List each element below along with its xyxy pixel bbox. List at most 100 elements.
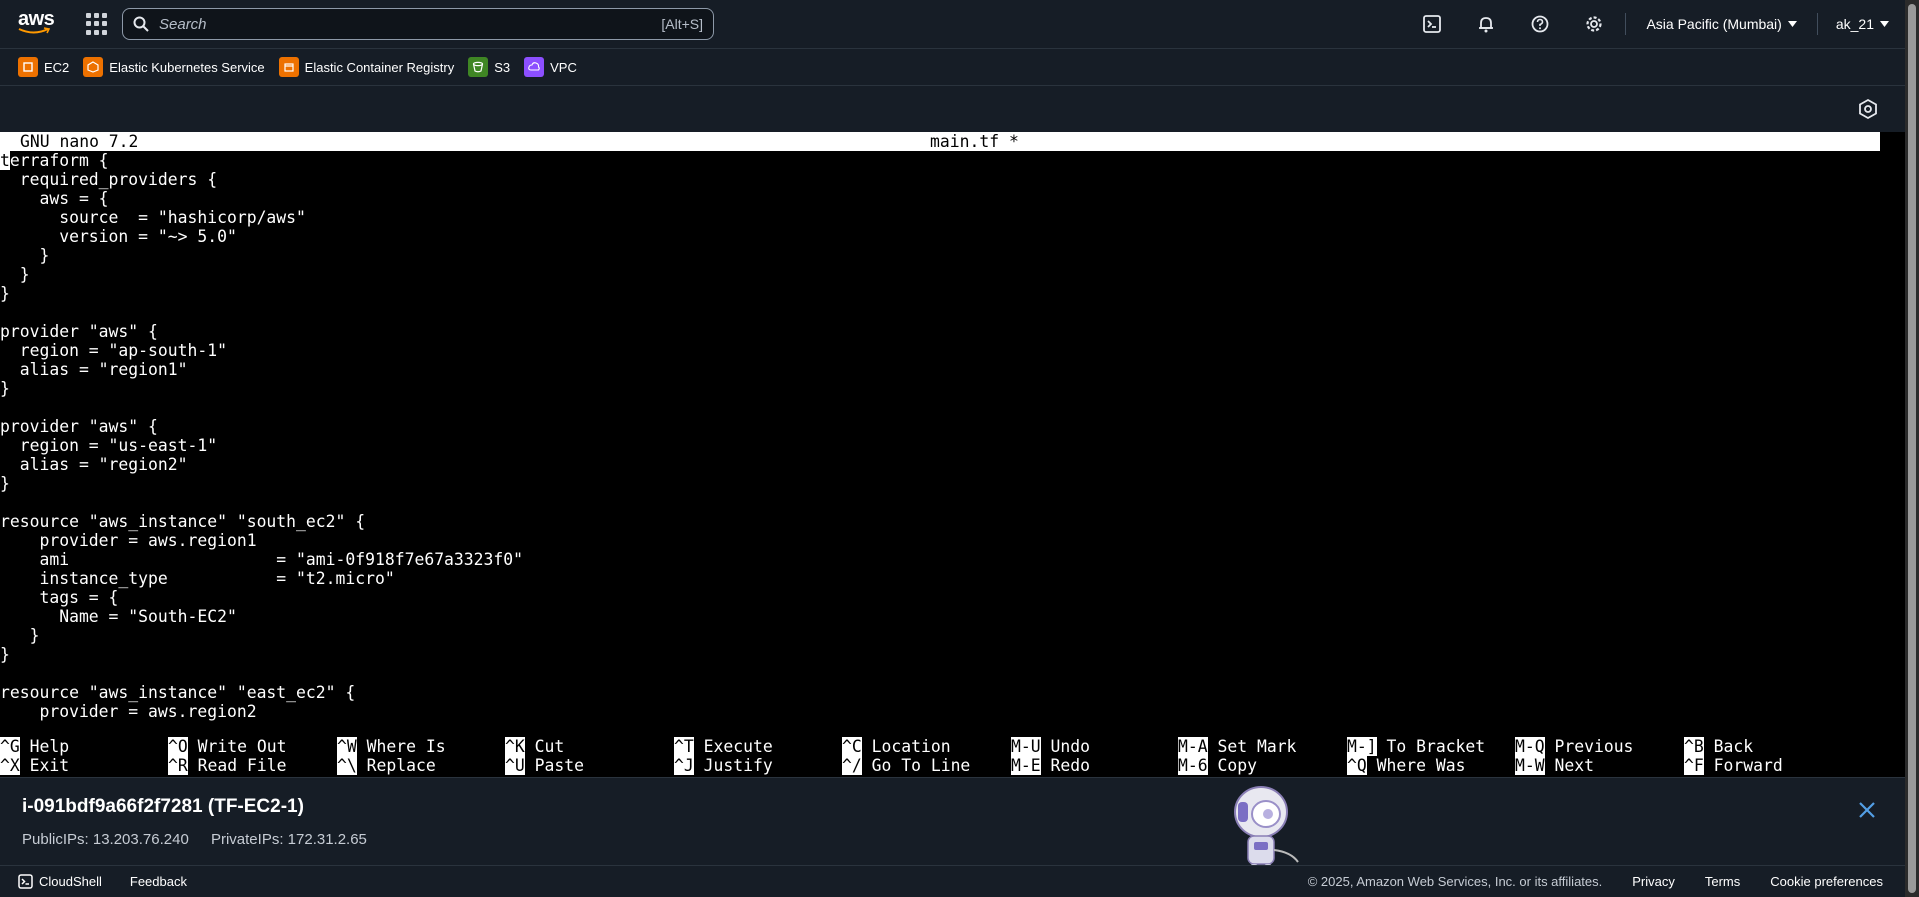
shortcut-label: To Bracket xyxy=(1386,737,1486,756)
shortcut-key: M-U xyxy=(1011,737,1041,756)
code-line: provider "aws" { xyxy=(0,322,158,341)
code-line: Name = "South-EC2" xyxy=(0,607,237,626)
shortcut-key: M-Q xyxy=(1515,737,1545,756)
nano-shortcut: ^F Forward xyxy=(1684,756,1783,775)
nav-divider xyxy=(1816,13,1818,35)
privacy-link[interactable]: Privacy xyxy=(1632,874,1675,889)
favorite-label: EC2 xyxy=(44,59,70,75)
search-icon xyxy=(133,16,149,32)
shortcut-label: Undo xyxy=(1050,737,1090,756)
shortcut-label: Replace xyxy=(366,756,436,775)
nano-shortcut: ^O Write Out xyxy=(168,737,286,756)
code-line: } xyxy=(0,474,10,493)
shortcut-label: Execute xyxy=(703,737,773,756)
cloudshell-label: CloudShell xyxy=(39,874,102,889)
shortcut-key: ^J xyxy=(674,756,694,775)
shortcut-label: Read File xyxy=(197,756,287,775)
favorite-eks[interactable]: Elastic Kubernetes Service xyxy=(83,57,265,77)
nano-shortcut-bar: ^G Help ^O Write Out ^W Where Is ^K Cut ^T E… xyxy=(0,737,1880,775)
nano-shortcut: M-A Set Mark xyxy=(1178,737,1296,756)
cloudshell-footer-button[interactable]: CloudShell xyxy=(18,874,102,889)
instance-title: i-091bdf9a66f2f7281 (TF-EC2-1) xyxy=(22,796,304,817)
instance-info-panel: i-091bdf9a66f2f7281 (TF-EC2-1) PublicIPs… xyxy=(0,777,1905,888)
nano-shortcut: ^T Execute xyxy=(674,737,773,756)
code-line: region = "ap-south-1" xyxy=(0,341,227,360)
nano-shortcut: M-6 Copy xyxy=(1178,756,1257,775)
shortcut-label: Exit xyxy=(29,756,70,775)
account-name: ak_21 xyxy=(1835,16,1874,32)
favorite-ec2[interactable]: EC2 xyxy=(18,57,69,77)
gear-icon[interactable] xyxy=(1567,0,1621,49)
cloudshell-icon[interactable] xyxy=(1405,0,1459,49)
bell-icon[interactable] xyxy=(1459,0,1513,49)
shortcut-key: M-A xyxy=(1178,737,1208,756)
ecr-icon xyxy=(278,57,299,77)
nano-shortcut: ^Q Where Was xyxy=(1347,756,1465,775)
s3-icon xyxy=(468,57,489,77)
settings-hex-icon[interactable] xyxy=(1857,98,1879,120)
code-line: alias = "region1" xyxy=(0,360,188,379)
copyright-text: © 2025, Amazon Web Services, Inc. or its… xyxy=(1307,874,1603,889)
favorite-s3[interactable]: S3 xyxy=(468,57,510,77)
close-icon[interactable] xyxy=(1857,800,1877,820)
caret-down-icon xyxy=(1880,21,1889,27)
terms-link[interactable]: Terms xyxy=(1705,874,1740,889)
private-ips: PrivateIPs: 172.31.2.65 xyxy=(210,831,367,848)
shortcut-label: Forward xyxy=(1713,756,1783,775)
shortcut-label: Next xyxy=(1554,756,1594,775)
shortcut-label: Justify xyxy=(703,756,773,775)
code-line: ami = "ami-0f918f7e67a3323f0" xyxy=(0,550,524,569)
nano-shortcut: ^C Location xyxy=(842,737,951,756)
text-cursor: t xyxy=(0,151,10,170)
shortcut-label: Cut xyxy=(534,737,565,756)
nano-shortcut: M-E Redo xyxy=(1011,756,1090,775)
shortcut-label: Back xyxy=(1713,737,1754,756)
nano-shortcut: M-Q Previous xyxy=(1515,737,1633,756)
code-line: } xyxy=(0,265,30,284)
editor-buffer[interactable]: terraform { required_providers { aws = {… xyxy=(0,151,523,721)
feedback-link[interactable]: Feedback xyxy=(130,874,187,889)
terminal[interactable]: GNU nano 7.2 main.tf * terraform { requi… xyxy=(0,132,1905,777)
shortcut-key: ^G xyxy=(0,737,20,756)
shortcut-label: Help xyxy=(29,737,70,756)
shortcut-label: Set Mark xyxy=(1217,737,1297,756)
nano-shortcut: M-U Undo xyxy=(1011,737,1090,756)
code-line: resource "aws_instance" "east_ec2" { xyxy=(0,683,356,702)
favorite-ecr[interactable]: Elastic Container Registry xyxy=(278,57,454,77)
favorite-vpc[interactable]: VPC xyxy=(524,57,577,77)
shortcut-key: M-E xyxy=(1011,756,1041,775)
nano-shortcut: ^R Read File xyxy=(168,756,286,775)
search-shortcut: [Alt+S] xyxy=(661,16,703,32)
aws-logo-text: aws xyxy=(18,8,55,30)
code-line: provider = aws.region1 xyxy=(0,531,257,550)
shortcut-key: ^X xyxy=(0,756,20,775)
shortcut-label: Write Out xyxy=(197,737,287,756)
shortcut-label: Redo xyxy=(1050,756,1090,775)
code-line: resource "aws_instance" "south_ec2" { xyxy=(0,512,366,531)
aws-logo[interactable]: aws xyxy=(18,9,56,39)
shortcut-label: Copy xyxy=(1217,756,1257,775)
help-icon[interactable] xyxy=(1513,0,1567,49)
public-ips: PublicIPs: 13.203.76.240 xyxy=(22,831,189,848)
shortcut-label: Paste xyxy=(534,756,584,775)
shortcut-key: ^T xyxy=(674,737,694,756)
shortcut-key: M-] xyxy=(1347,737,1377,756)
code-line: tags = { xyxy=(0,588,119,607)
nano-shortcut: ^W Where Is xyxy=(337,737,446,756)
region-selector[interactable]: Asia Pacific (Mumbai) xyxy=(1630,16,1812,32)
nano-shortcut: ^J Justify xyxy=(674,756,773,775)
search-input[interactable]: Search [Alt+S] xyxy=(122,8,714,40)
page-scrollbar[interactable] xyxy=(1905,0,1919,897)
cookie-preferences-link[interactable]: Cookie preferences xyxy=(1770,874,1883,889)
shortcut-row: ^G Help ^O Write Out ^W Where Is ^K Cut ^T E… xyxy=(0,737,1880,756)
eks-icon xyxy=(83,57,104,77)
search-placeholder: Search xyxy=(159,15,207,33)
ec2-icon xyxy=(18,57,38,77)
shortcut-key: ^R xyxy=(168,756,188,775)
services-menu-icon[interactable] xyxy=(86,13,108,35)
scrollbar-thumb[interactable] xyxy=(1908,4,1916,893)
nano-shortcut: ^X Exit xyxy=(0,756,69,775)
